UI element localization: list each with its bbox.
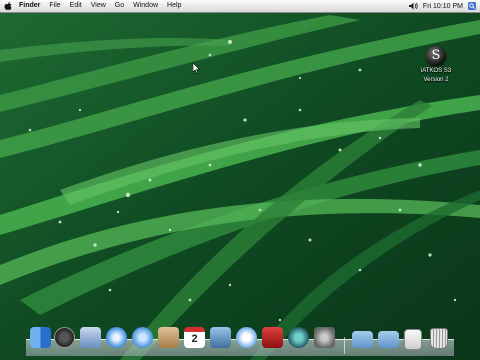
apple-disk-icon: S bbox=[426, 46, 446, 66]
safari-icon[interactable] bbox=[106, 327, 127, 348]
dock-separator bbox=[344, 337, 345, 354]
desktop: Finder File Edit View Go Window Help Fri… bbox=[0, 0, 480, 360]
menu-finder[interactable]: Finder bbox=[19, 0, 40, 12]
apple-menu-icon[interactable] bbox=[3, 1, 13, 11]
menu-go[interactable]: Go bbox=[115, 0, 124, 12]
ical-icon[interactable]: 2 bbox=[184, 327, 205, 348]
ichat-icon[interactable] bbox=[132, 327, 153, 348]
grass-wallpaper bbox=[0, 0, 480, 360]
menu-view[interactable]: View bbox=[91, 0, 106, 12]
menu-edit[interactable]: Edit bbox=[70, 0, 82, 12]
downloads-stack-icon[interactable] bbox=[404, 329, 422, 350]
trash-icon[interactable] bbox=[430, 328, 448, 349]
volume-icon[interactable] bbox=[408, 2, 418, 10]
menu-file[interactable]: File bbox=[49, 0, 60, 12]
dock: 2 bbox=[26, 325, 454, 356]
menu-help[interactable]: Help bbox=[167, 0, 181, 12]
mail-icon[interactable] bbox=[80, 327, 101, 348]
desktop-disk-item[interactable]: S iATKOS S3 Version 2 bbox=[416, 46, 456, 84]
itunes-icon[interactable] bbox=[236, 327, 257, 348]
disk-label-line1: iATKOS S3 bbox=[420, 68, 452, 74]
dashboard-icon[interactable] bbox=[54, 327, 75, 348]
finder-icon[interactable] bbox=[30, 327, 51, 348]
mouse-cursor-icon bbox=[193, 63, 201, 74]
documents-folder-icon[interactable] bbox=[378, 331, 399, 348]
preview-icon[interactable] bbox=[210, 327, 231, 348]
menu-clock[interactable]: Fri 10:10 PM bbox=[423, 3, 463, 10]
address-book-icon[interactable] bbox=[158, 327, 179, 348]
photo-booth-icon[interactable] bbox=[262, 327, 283, 348]
menu-window[interactable]: Window bbox=[133, 0, 158, 12]
menu-bar: Finder File Edit View Go Window Help Fri… bbox=[0, 0, 480, 13]
system-preferences-icon[interactable] bbox=[314, 327, 335, 348]
time-machine-icon[interactable] bbox=[288, 327, 309, 348]
disk-label-line2: Version 2 bbox=[423, 77, 449, 83]
spotlight-icon[interactable] bbox=[468, 2, 476, 10]
applications-folder-icon[interactable] bbox=[352, 331, 373, 348]
